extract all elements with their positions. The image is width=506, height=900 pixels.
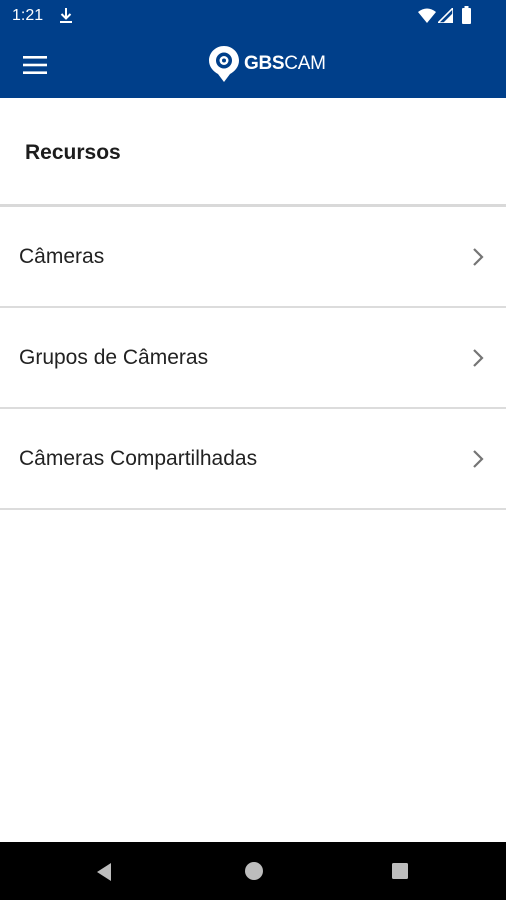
back-icon[interactable] [92, 859, 118, 885]
list-item-camera-groups[interactable]: Grupos de Câmeras [0, 308, 506, 409]
status-bar: 1:21 [0, 0, 506, 32]
section-header: Recursos [0, 98, 506, 205]
resource-list: Câmeras Grupos de Câmeras Câmeras Compar… [0, 207, 506, 510]
battery-icon [462, 6, 471, 24]
top-bar: 1:21 GBSCAM [0, 0, 506, 98]
wifi-icon [418, 8, 436, 23]
logo-text-bold: GBS [244, 53, 285, 74]
recents-icon[interactable] [387, 858, 413, 884]
list-item-cameras[interactable]: Câmeras [0, 207, 506, 308]
status-time: 1:21 [12, 7, 44, 24]
list-item-label: Grupos de Câmeras [19, 346, 209, 369]
list-item-label: Câmeras Compartilhadas [19, 447, 258, 470]
chevron-right-icon [473, 349, 484, 367]
signal-icon [438, 8, 453, 23]
list-item-label: Câmeras [19, 245, 105, 268]
logo-pin-icon [209, 46, 239, 82]
app-screen: 1:21 GBSCAM Recursos Câmeras Grupos de C… [0, 0, 506, 900]
chevron-right-icon [473, 450, 484, 468]
logo-text-regular: CAM [284, 53, 326, 74]
page-title: Recursos [25, 141, 121, 164]
app-logo: GBSCAM [208, 44, 326, 84]
app-bar: GBSCAM [0, 32, 506, 98]
list-item-shared-cameras[interactable]: Câmeras Compartilhadas [0, 409, 506, 510]
chevron-right-icon [473, 248, 484, 266]
download-icon [60, 8, 72, 23]
menu-button[interactable] [14, 45, 56, 85]
hamburger-menu-icon [23, 56, 47, 74]
system-nav-bar [0, 842, 506, 900]
logo-text: GBSCAM [244, 53, 326, 75]
home-icon[interactable] [241, 858, 267, 884]
